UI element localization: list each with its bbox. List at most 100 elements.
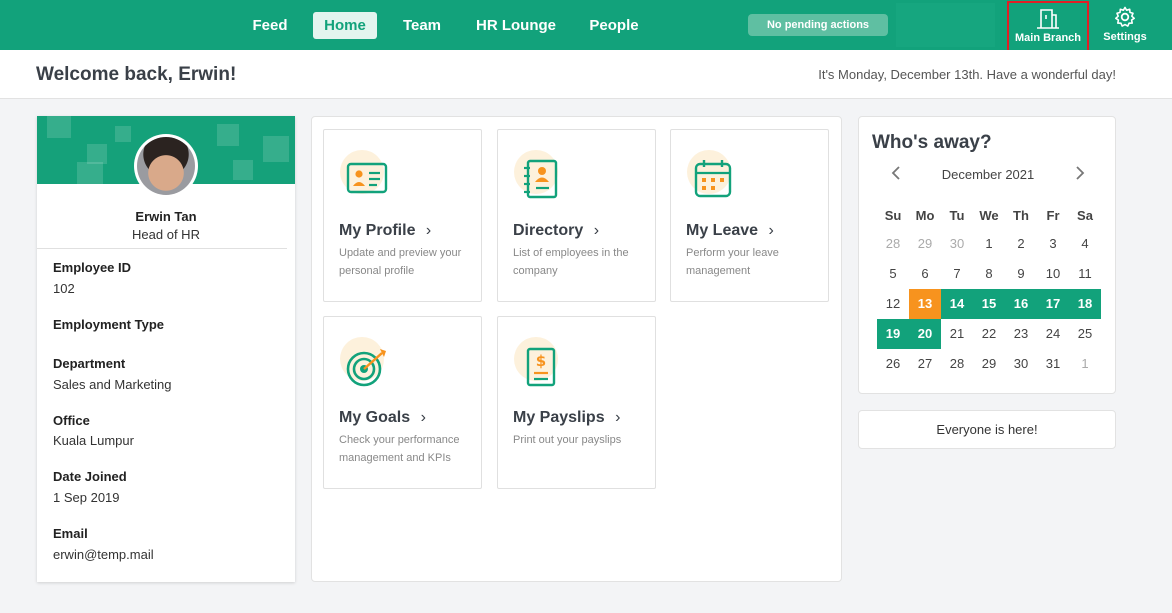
nav-feed[interactable]: Feed bbox=[246, 12, 294, 39]
calendar-day[interactable]: 24 bbox=[1037, 319, 1069, 349]
calendar-day[interactable]: 8 bbox=[973, 259, 1005, 289]
blank-nav-slot bbox=[896, 3, 995, 47]
whos-away-title: Who's away? bbox=[872, 132, 992, 153]
calendar-day[interactable]: 11 bbox=[1069, 259, 1101, 289]
profile-divider bbox=[37, 248, 287, 249]
chevron-right-icon: › bbox=[425, 222, 432, 239]
calendar-day[interactable]: 9 bbox=[1005, 259, 1037, 289]
settings-label: Settings bbox=[1103, 31, 1147, 43]
field-value-employee-id: 102 bbox=[53, 281, 75, 296]
calendar-day[interactable]: 21 bbox=[941, 319, 973, 349]
field-label-employment-type: Employment Type bbox=[53, 317, 165, 332]
calendar-day[interactable]: 1 bbox=[973, 229, 1005, 259]
calendar-day-away[interactable]: 14 bbox=[941, 289, 973, 319]
top-navbar: Feed Home Team HR Lounge People No pendi… bbox=[0, 0, 1172, 52]
chevron-right-icon[interactable] bbox=[1071, 165, 1087, 181]
tile-description: List of employees in the company bbox=[513, 247, 629, 277]
field-label-department: Department bbox=[53, 356, 126, 371]
tile-my-leave[interactable]: My Leave › Perform your leave management bbox=[670, 129, 829, 302]
tile-directory[interactable]: Directory › List of employees in the com… bbox=[497, 129, 656, 302]
tile-title: My Leave bbox=[686, 222, 759, 239]
calendar-day-away[interactable]: 19 bbox=[877, 319, 909, 349]
everyone-here-message: Everyone is here! bbox=[858, 410, 1116, 449]
building-icon bbox=[1037, 9, 1059, 29]
calendar-day[interactable]: 6 bbox=[909, 259, 941, 289]
calendar-day[interactable]: 7 bbox=[941, 259, 973, 289]
calendar-day[interactable]: 30 bbox=[941, 229, 973, 259]
weekday-header: Su bbox=[884, 208, 902, 223]
calendar-day[interactable]: 1 bbox=[1069, 349, 1101, 379]
weekday-header: Mo bbox=[915, 208, 935, 223]
employee-role: Head of HR bbox=[132, 227, 200, 242]
tile-description: Print out your payslips bbox=[513, 434, 622, 446]
weekday-header: We bbox=[979, 208, 999, 223]
calendar-day-away[interactable]: 17 bbox=[1037, 289, 1069, 319]
weekday-header: Fr bbox=[1046, 208, 1060, 223]
date-message: It's Monday, December 13th. Have a wonde… bbox=[818, 67, 1116, 82]
weekday-header: Tu bbox=[949, 208, 965, 223]
chevron-right-icon: › bbox=[768, 222, 774, 239]
profile-card: Erwin Tan Head of HR Employee ID 102 Emp… bbox=[37, 116, 295, 582]
tile-title: My Profile bbox=[339, 222, 416, 239]
calendar-day[interactable]: 28 bbox=[941, 349, 973, 379]
weekday-header: Sa bbox=[1077, 208, 1093, 223]
field-label-employee-id: Employee ID bbox=[53, 260, 132, 275]
nav-people[interactable]: People bbox=[584, 12, 644, 39]
whos-away-card: Who's away? December 2021 Su Mo Tu We Th Fr Sa… bbox=[858, 116, 1116, 394]
calendar-day-away[interactable]: 20 bbox=[909, 319, 941, 349]
chevron-right-icon: › bbox=[615, 409, 621, 426]
calendar-day[interactable]: 22 bbox=[973, 319, 1005, 349]
field-value-date-joined: 1 Sep 2019 bbox=[53, 490, 120, 505]
field-label-office: Office bbox=[53, 413, 90, 428]
avatar bbox=[134, 134, 198, 198]
calendar-day[interactable]: 28 bbox=[877, 229, 909, 259]
calendar-day[interactable]: 29 bbox=[973, 349, 1005, 379]
calendar-day-away[interactable]: 15 bbox=[973, 289, 1005, 319]
field-value-office: Kuala Lumpur bbox=[53, 433, 134, 448]
calendar-day-away[interactable]: 18 bbox=[1069, 289, 1101, 319]
tile-title: My Goals bbox=[339, 409, 411, 426]
avatar-photo bbox=[137, 137, 195, 195]
pending-actions-badge[interactable]: No pending actions bbox=[748, 14, 888, 36]
tile-description: Perform your leave management bbox=[686, 247, 779, 277]
nav-team[interactable]: Team bbox=[396, 12, 448, 39]
calendar-day[interactable]: 26 bbox=[877, 349, 909, 379]
calendar-day[interactable]: 29 bbox=[909, 229, 941, 259]
calendar-day[interactable]: 30 bbox=[1005, 349, 1037, 379]
settings-button[interactable]: Settings bbox=[1100, 2, 1150, 48]
calendar-day[interactable]: 12 bbox=[877, 289, 909, 319]
calendar-day[interactable]: 3 bbox=[1037, 229, 1069, 259]
field-value-email: erwin@temp.mail bbox=[53, 547, 154, 562]
tile-description: Update and preview your personal profile bbox=[339, 247, 462, 277]
calendar-day-away[interactable]: 16 bbox=[1005, 289, 1037, 319]
tile-title: Directory bbox=[513, 222, 584, 239]
gear-icon bbox=[1115, 6, 1135, 27]
nav-hr-lounge[interactable]: HR Lounge bbox=[472, 12, 560, 39]
chevron-right-icon: › bbox=[593, 222, 600, 239]
calendar-day[interactable]: 5 bbox=[877, 259, 909, 289]
payslip-icon: $ bbox=[526, 347, 556, 387]
field-label-date-joined: Date Joined bbox=[53, 469, 127, 484]
main-branch-button[interactable]: Main Branch bbox=[1007, 1, 1089, 52]
weekday-header: Th bbox=[1013, 208, 1029, 223]
calendar-day[interactable]: 23 bbox=[1005, 319, 1037, 349]
calendar-day[interactable]: 31 bbox=[1037, 349, 1069, 379]
field-label-email: Email bbox=[53, 526, 88, 541]
tile-my-payslips[interactable]: $ My Payslips › Print out your payslips bbox=[497, 316, 656, 489]
profile-card-icon bbox=[346, 162, 388, 194]
directory-book-icon bbox=[524, 159, 558, 199]
calendar-icon bbox=[694, 160, 732, 198]
svg-text:$: $ bbox=[536, 352, 546, 370]
calendar-day[interactable]: 2 bbox=[1005, 229, 1037, 259]
calendar-day[interactable]: 4 bbox=[1069, 229, 1101, 259]
field-value-department: Sales and Marketing bbox=[53, 377, 172, 392]
welcome-title: Welcome back, Erwin! bbox=[36, 64, 237, 85]
tile-my-goals[interactable]: My Goals › Check your performance manage… bbox=[323, 316, 482, 489]
tile-my-profile[interactable]: My Profile › Update and preview your per… bbox=[323, 129, 482, 302]
calendar-day[interactable]: 27 bbox=[909, 349, 941, 379]
quick-links-panel: My Profile › Update and preview your per… bbox=[311, 116, 842, 582]
calendar-day[interactable]: 10 bbox=[1037, 259, 1069, 289]
nav-home[interactable]: Home bbox=[313, 12, 377, 39]
calendar-day-today[interactable]: 13 bbox=[909, 289, 941, 319]
calendar-day[interactable]: 25 bbox=[1069, 319, 1101, 349]
